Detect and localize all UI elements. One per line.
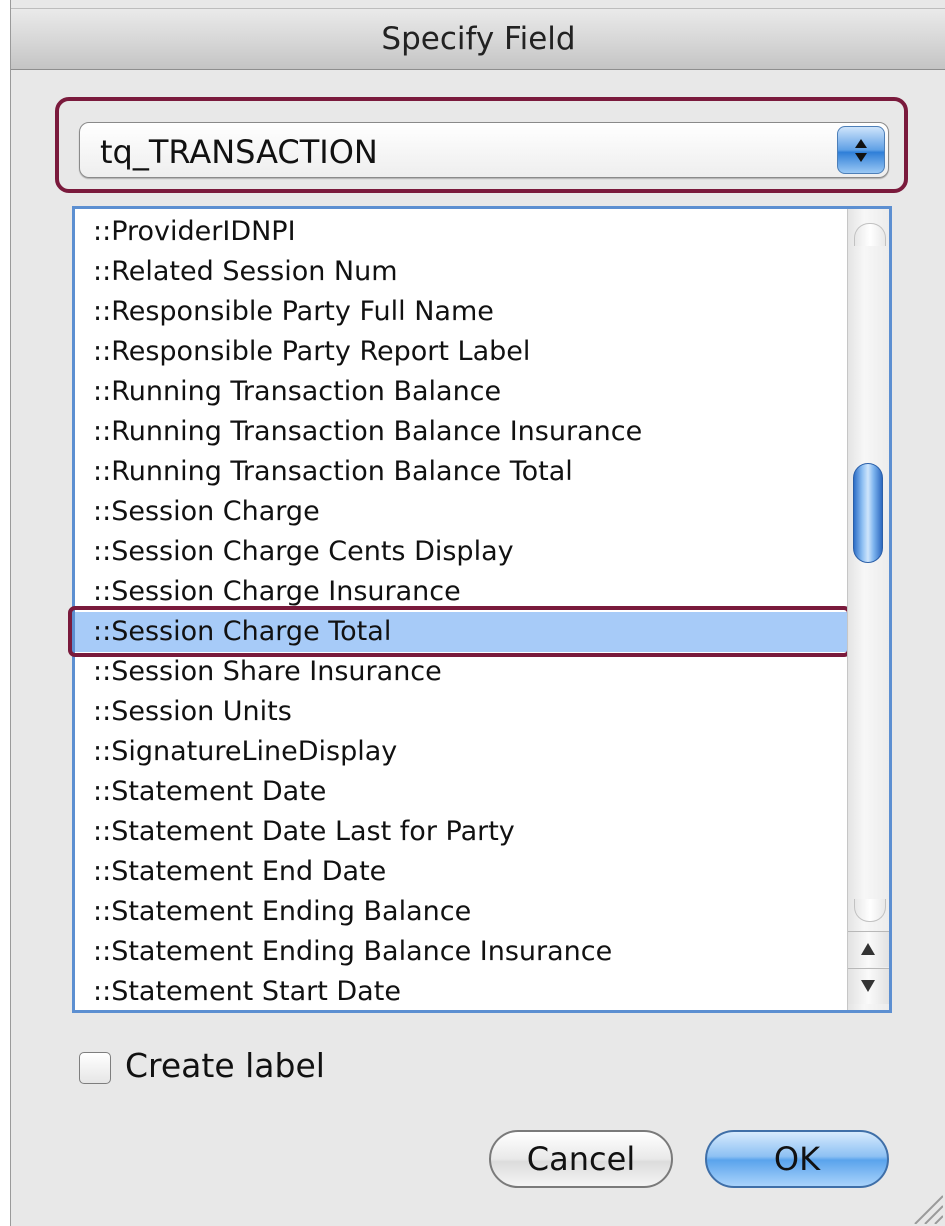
triangle-down-icon: [861, 980, 875, 992]
title-bar[interactable]: Specify Field: [11, 8, 945, 70]
list-item[interactable]: ::Session Charge Cents Display: [75, 532, 850, 572]
list-item[interactable]: ::Running Transaction Balance Insurance: [75, 412, 850, 452]
list-item[interactable]: ::Running Transaction Balance Total: [75, 452, 850, 492]
resize-grip-icon[interactable]: [905, 1186, 943, 1224]
scroll-thumb[interactable]: [853, 463, 883, 563]
list-item[interactable]: ::Statement Ending Balance Insurance: [75, 932, 850, 972]
list-item[interactable]: ::Statement Start Date: [75, 972, 850, 1010]
list-item[interactable]: ::Statement Ending Balance: [75, 892, 850, 932]
selection-highlight-outline: [68, 606, 851, 657]
list-item[interactable]: ::Responsible Party Full Name: [75, 292, 850, 332]
list-item[interactable]: ::Responsible Party Report Label: [75, 332, 850, 372]
list-item[interactable]: ::Related Session Num: [75, 252, 850, 292]
scroll-track-bottom: [854, 899, 886, 922]
scroll-down-button[interactable]: [848, 968, 889, 1004]
list-item[interactable]: ::Statement Date: [75, 772, 850, 812]
create-label-text[interactable]: Create label: [125, 1046, 325, 1085]
list-item[interactable]: ::ProviderIDNPI: [75, 212, 850, 252]
vertical-scrollbar[interactable]: [847, 209, 889, 1010]
list-item[interactable]: ::Statement Date Last for Party: [75, 812, 850, 852]
list-item[interactable]: ::Session Units: [75, 692, 850, 732]
list-item[interactable]: ::Running Transaction Balance: [75, 372, 850, 412]
scroll-track-top: [854, 223, 886, 246]
cancel-button[interactable]: Cancel: [489, 1130, 673, 1188]
up-down-arrows-icon[interactable]: [837, 126, 885, 174]
list-item[interactable]: ::Session Share Insurance: [75, 652, 850, 692]
create-label-checkbox[interactable]: [79, 1052, 111, 1084]
scroll-up-button[interactable]: [848, 931, 889, 967]
triangle-up-icon: [861, 943, 875, 955]
ok-button[interactable]: OK: [705, 1130, 889, 1188]
table-popup-menu[interactable]: tq_TRANSACTION: [79, 122, 889, 178]
table-popup-value: tq_TRANSACTION: [100, 133, 378, 171]
list-item[interactable]: ::SignatureLineDisplay: [75, 732, 850, 772]
dialog-title: Specify Field: [381, 21, 576, 57]
list-item[interactable]: ::Session Charge: [75, 492, 850, 532]
list-item[interactable]: ::Statement End Date: [75, 852, 850, 892]
